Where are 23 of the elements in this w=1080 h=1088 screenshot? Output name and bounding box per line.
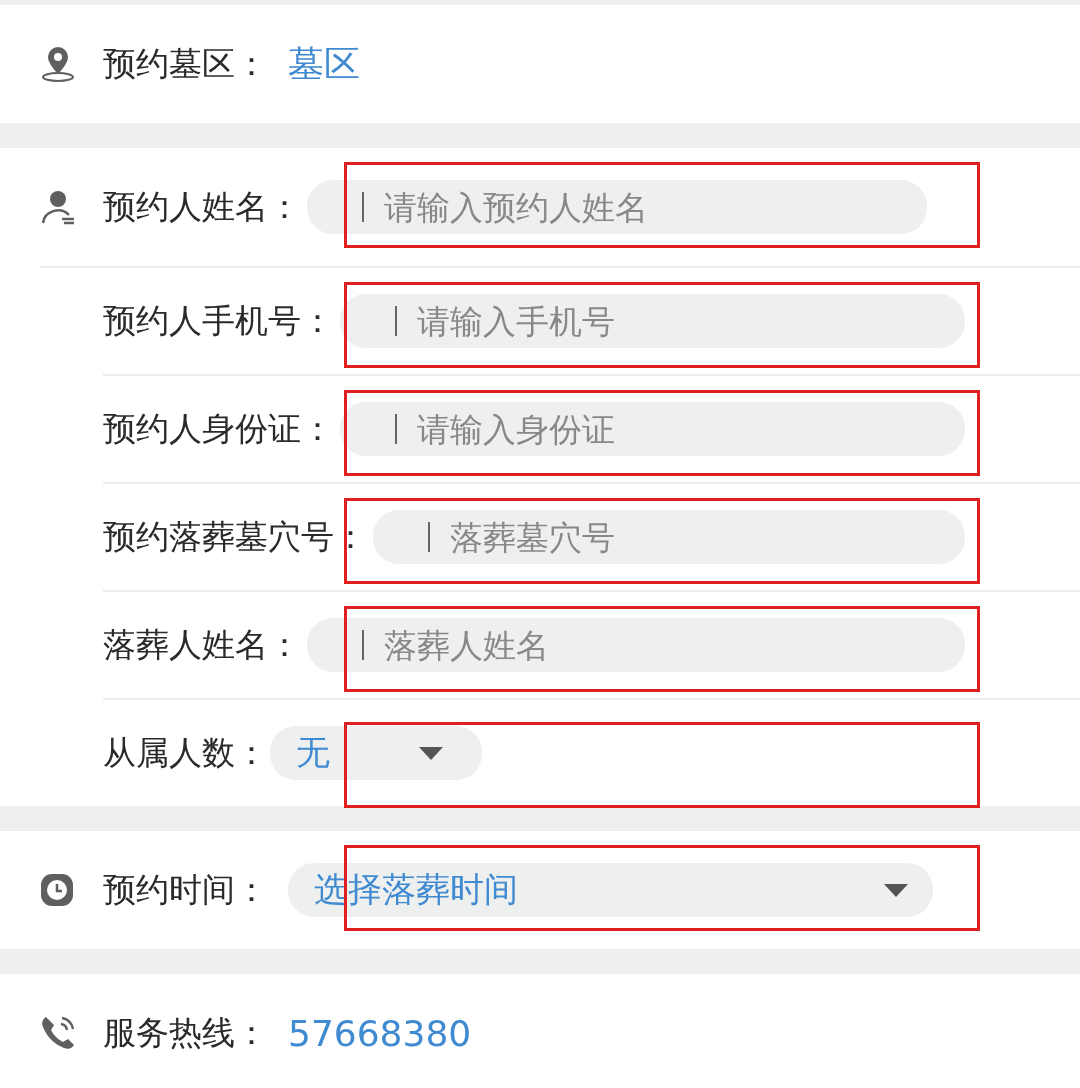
input-field[interactable]: 请输入预约人姓名 xyxy=(307,180,927,234)
field-label: 预约落葬墓穴号： xyxy=(103,515,367,558)
field-label: 落葬人姓名： xyxy=(103,623,301,666)
field-label: 预约墓区： xyxy=(103,42,268,85)
phone-icon xyxy=(40,1015,76,1051)
location-pin-icon xyxy=(40,45,76,83)
dropdown[interactable]: 无 xyxy=(270,726,482,780)
input-field[interactable]: 落葬墓穴号 xyxy=(373,510,965,564)
field-label: 服务热线： xyxy=(103,1011,268,1054)
input-field[interactable]: 请输入身份证 xyxy=(340,402,965,456)
field-label: 预约时间： xyxy=(103,868,268,911)
field-label: 预约人手机号： xyxy=(103,299,334,342)
field-value[interactable]: 57668380 xyxy=(288,1012,472,1054)
field-label: 从属人数： xyxy=(103,731,268,774)
input-field[interactable]: 落葬人姓名 xyxy=(307,618,965,672)
clock-icon xyxy=(40,873,74,907)
field-label: 预约人姓名： xyxy=(103,185,301,228)
field-label: 预约人身份证： xyxy=(103,407,334,450)
input-field[interactable]: 请输入手机号 xyxy=(340,294,965,348)
caret-icon xyxy=(418,745,444,761)
field-value[interactable]: 墓区 xyxy=(288,39,360,89)
person-icon xyxy=(40,189,76,225)
caret-icon xyxy=(883,882,909,898)
